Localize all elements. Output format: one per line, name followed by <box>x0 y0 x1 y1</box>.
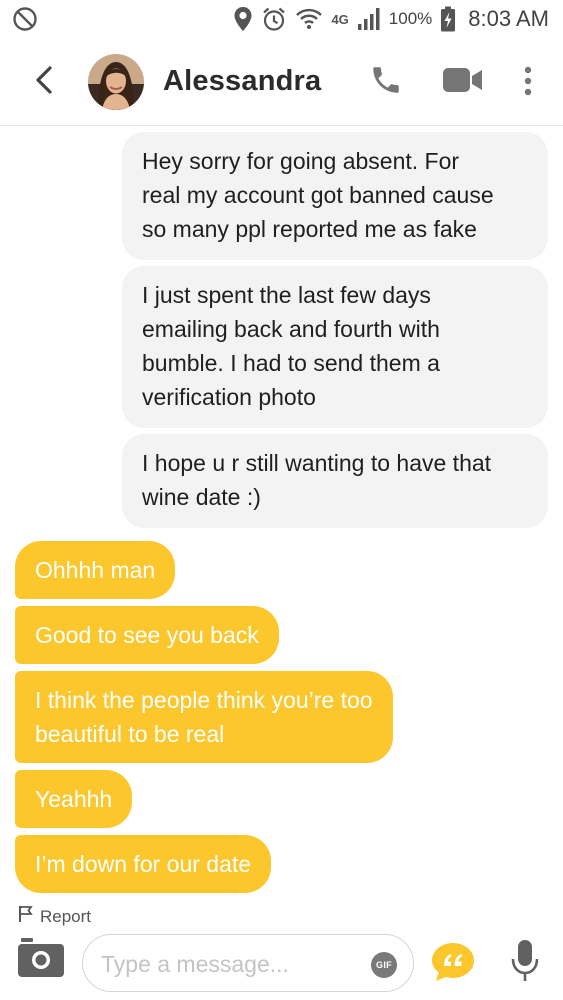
avatar[interactable] <box>88 54 144 110</box>
chat-header: Alessandra <box>0 38 563 126</box>
message-bubble-incoming[interactable]: Hey sorry for going absent. For real my … <box>122 132 548 260</box>
status-bar: 4G 100% 8:03 AM <box>0 0 563 38</box>
message-text: I’m down for our date <box>35 851 252 877</box>
back-button[interactable] <box>26 64 62 100</box>
video-call-button[interactable] <box>440 66 486 98</box>
wifi-icon <box>295 6 323 32</box>
battery-percent: 100% <box>388 9 433 28</box>
message-input[interactable] <box>101 947 351 981</box>
gif-icon-label: GIF <box>376 960 392 970</box>
message-text: Ohhhh man <box>35 557 156 583</box>
voice-message-button[interactable] <box>508 939 542 988</box>
message-text: I think the people think you’re too beau… <box>35 687 373 747</box>
report-label: Report <box>40 906 92 926</box>
do-not-disturb-icon <box>12 6 38 32</box>
battery-charging-icon <box>440 6 456 32</box>
signal-icon <box>357 7 381 31</box>
message-composer: GIF <box>82 934 414 992</box>
more-vertical-icon <box>524 66 532 101</box>
network-type-label: 4G <box>331 11 349 27</box>
contact-name[interactable]: Alessandra <box>163 65 321 98</box>
microphone-icon <box>510 939 540 988</box>
message-text: I hope u r still wanting to have that wi… <box>142 450 492 510</box>
back-arrow-icon <box>33 65 55 100</box>
message-bubble-incoming[interactable]: I just spent the last few days emailing … <box>122 266 548 428</box>
report-link[interactable]: Report <box>18 905 91 928</box>
camera-button[interactable] <box>18 938 64 978</box>
call-button[interactable] <box>366 62 406 102</box>
message-bubble-outgoing[interactable]: Ohhhh man <box>15 541 176 599</box>
message-text: Yeahhh <box>35 786 113 812</box>
more-options-button[interactable] <box>514 64 542 102</box>
status-time: 8:03 AM <box>468 6 549 31</box>
message-text: Good to see you back <box>35 622 259 648</box>
camera-icon <box>18 938 64 982</box>
message-bubble-outgoing[interactable]: Yeahhh <box>15 770 133 828</box>
message-bubble-outgoing[interactable]: Good to see you back <box>15 606 279 664</box>
gif-button[interactable]: GIF <box>371 952 397 978</box>
flag-icon <box>18 905 34 928</box>
quick-reply-icon <box>430 943 476 987</box>
quick-reply-button[interactable] <box>430 941 476 981</box>
message-bubble-outgoing[interactable]: I’m down for our date <box>15 835 272 893</box>
message-bubble-outgoing[interactable]: I think the people think you’re too beau… <box>15 671 393 763</box>
video-camera-icon <box>443 67 483 98</box>
phone-icon <box>369 63 403 102</box>
message-bubble-incoming[interactable]: I hope u r still wanting to have that wi… <box>122 434 548 528</box>
alarm-icon <box>261 6 287 32</box>
message-text: Hey sorry for going absent. For real my … <box>142 148 494 242</box>
location-icon <box>233 6 253 32</box>
message-text: I just spent the last few days emailing … <box>142 282 440 410</box>
